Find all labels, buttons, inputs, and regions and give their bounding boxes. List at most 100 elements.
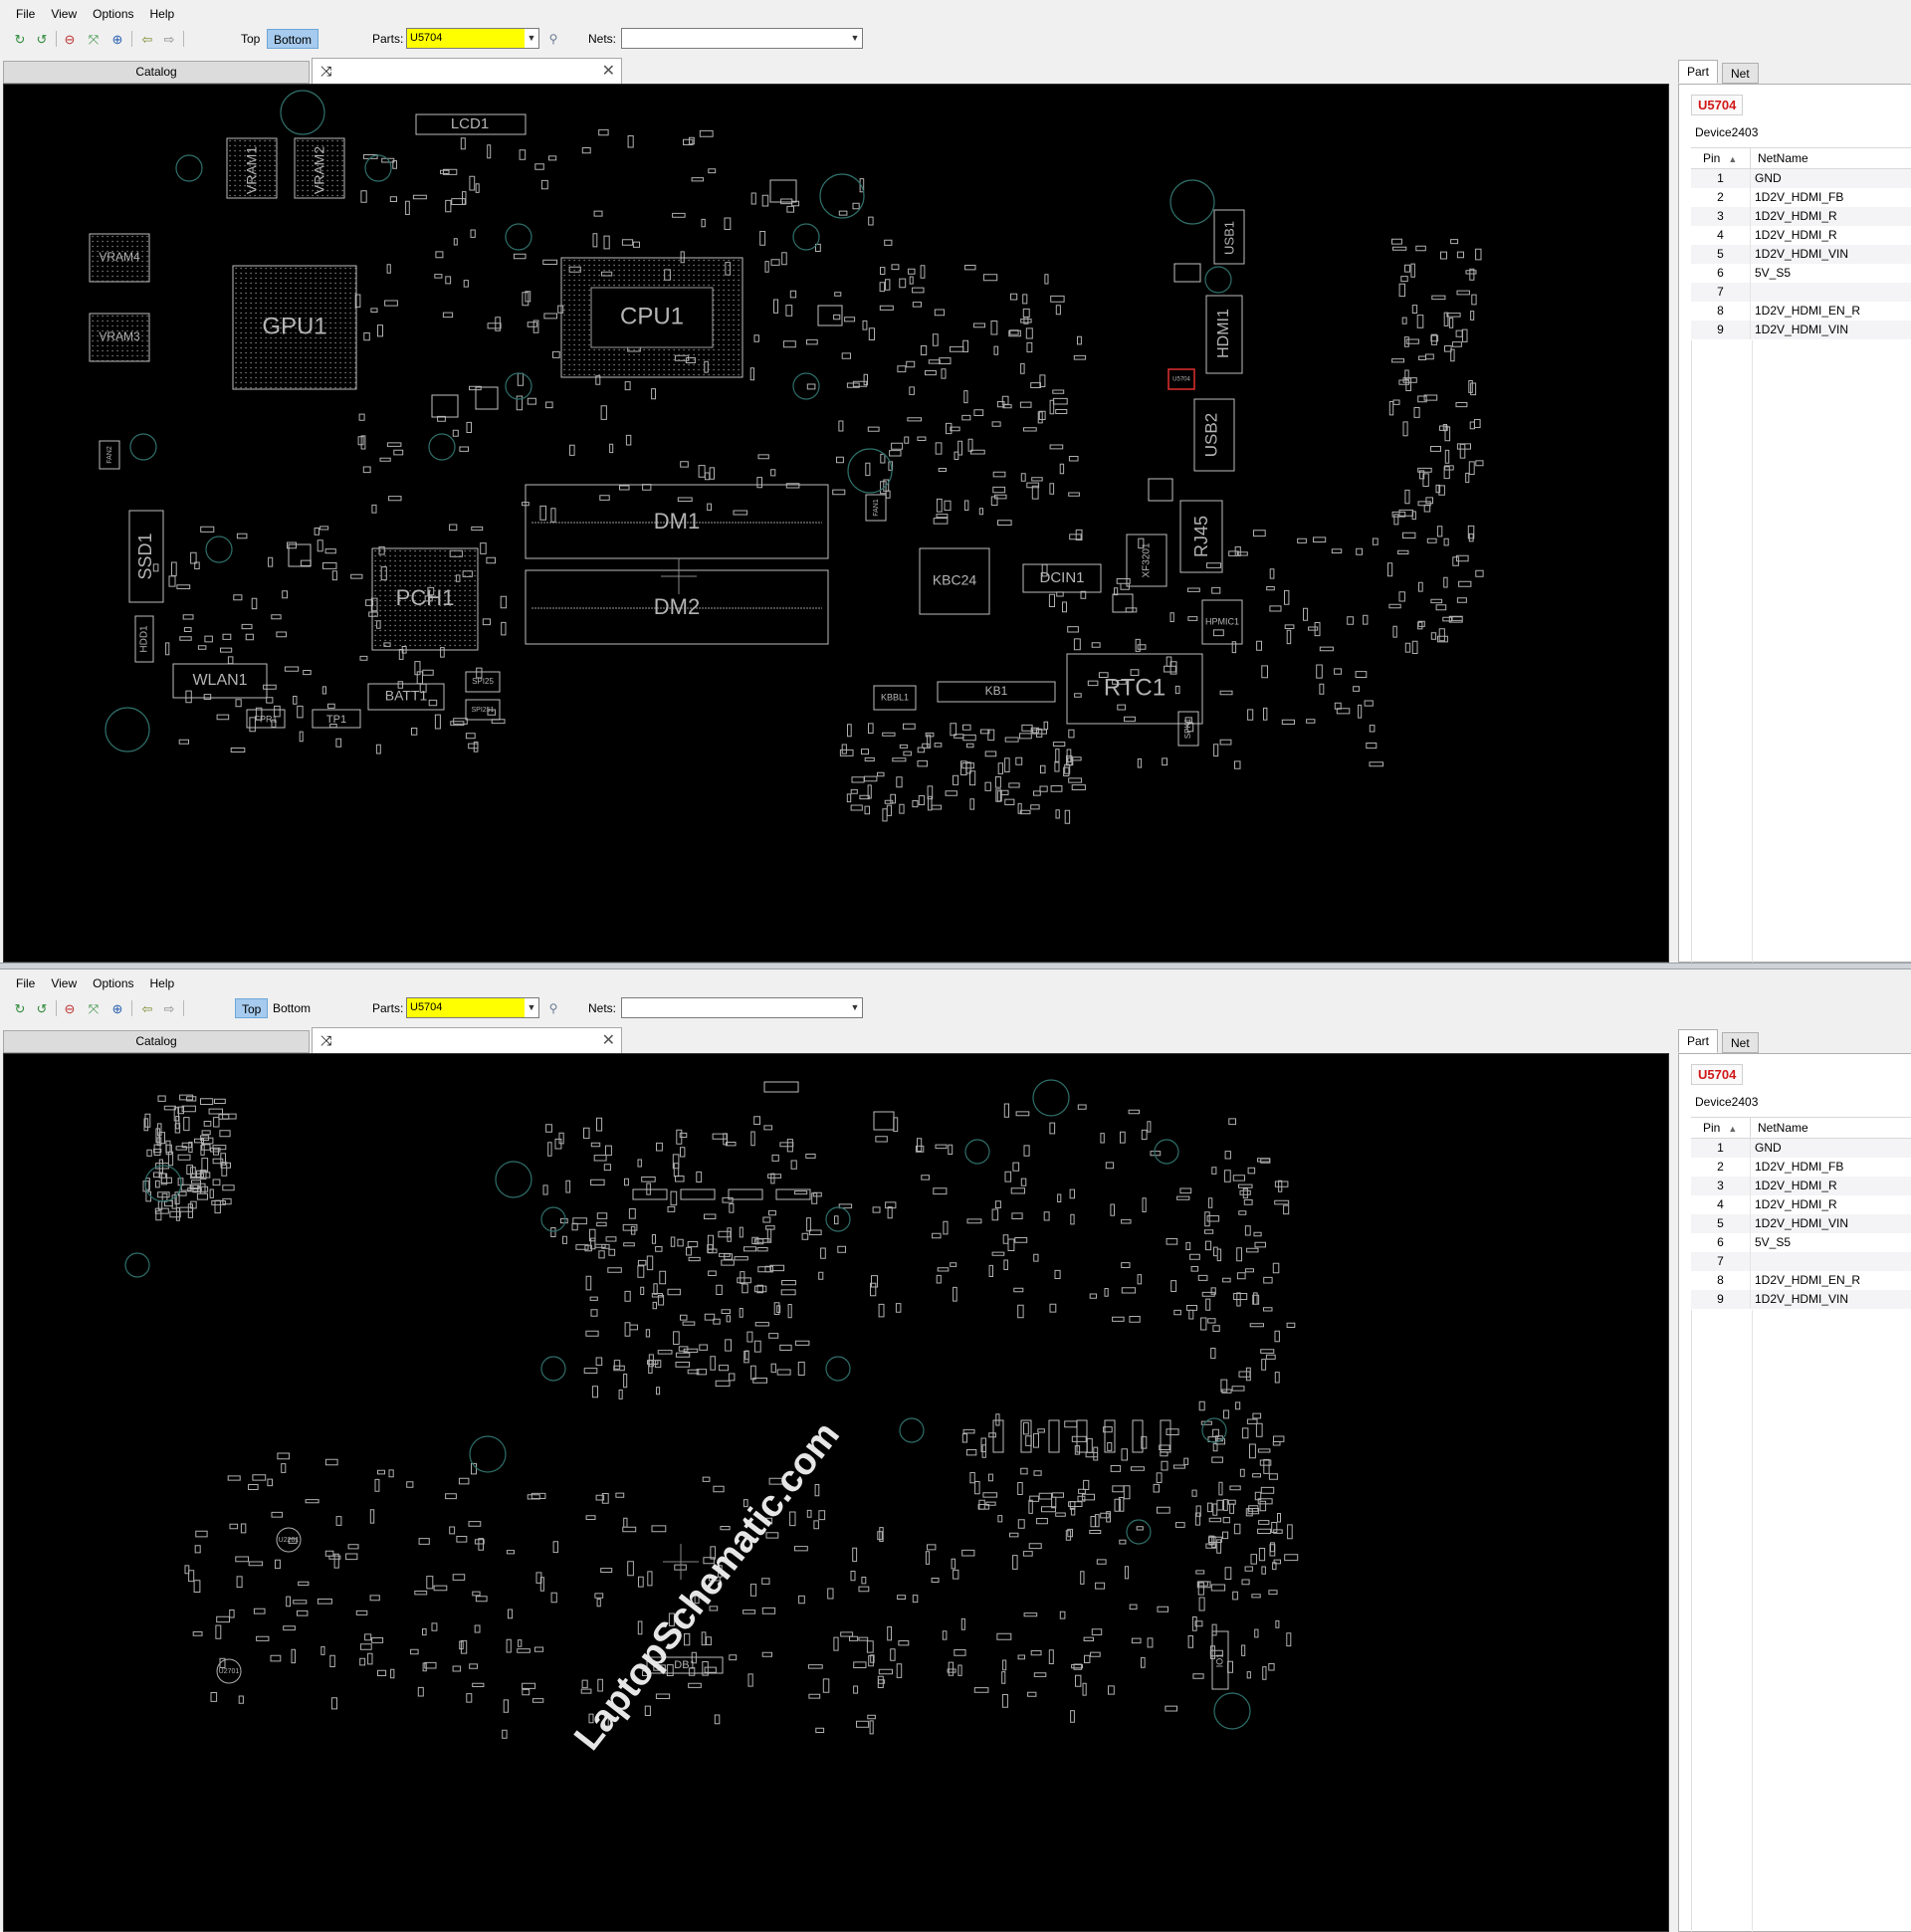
mounting-hole[interactable] bbox=[1126, 1519, 1152, 1545]
connector-part[interactable] bbox=[763, 1081, 799, 1093]
ic-package[interactable] bbox=[1148, 478, 1173, 502]
component-label[interactable]: USB2 bbox=[1201, 413, 1220, 457]
tab-catalog[interactable]: Catalog bbox=[3, 61, 310, 84]
fit-icon[interactable]: ⤧ bbox=[86, 1000, 102, 1016]
ic-package[interactable] bbox=[817, 305, 843, 326]
mounting-hole[interactable] bbox=[1213, 1692, 1251, 1730]
table-row[interactable]: 7 bbox=[1691, 283, 1911, 302]
component-label[interactable]: RTC1 bbox=[1104, 674, 1166, 701]
tab-part[interactable]: Part bbox=[1678, 1029, 1719, 1053]
ic-package[interactable] bbox=[1173, 263, 1201, 283]
mounting-hole[interactable] bbox=[105, 707, 150, 752]
zoom-out-icon[interactable]: ⊖ bbox=[62, 31, 78, 47]
ic-package[interactable] bbox=[1104, 1419, 1116, 1453]
component-label[interactable]: WLAN1 bbox=[192, 672, 247, 689]
component-label[interactable]: U2201 bbox=[279, 1537, 300, 1544]
table-row[interactable]: 1 GND bbox=[1691, 169, 1911, 188]
menu-help[interactable]: Help bbox=[142, 973, 183, 993]
zoom-in-icon[interactable]: ⊕ bbox=[109, 31, 125, 47]
table-row[interactable]: 4 1D2V_HDMI_R bbox=[1691, 1195, 1911, 1214]
component-label[interactable]: GPU1 bbox=[262, 313, 326, 339]
component-label[interactable]: U5704 bbox=[1172, 377, 1190, 383]
mounting-hole[interactable] bbox=[175, 154, 203, 182]
tab-net[interactable]: Net bbox=[1722, 1032, 1759, 1053]
mounting-hole[interactable] bbox=[505, 223, 532, 251]
mounting-hole[interactable] bbox=[364, 154, 392, 182]
top-side-button[interactable]: Top bbox=[235, 29, 266, 49]
tab-board[interactable]: ⤨ ✕ bbox=[312, 58, 622, 84]
table-row[interactable]: 2 1D2V_HDMI_FB bbox=[1691, 1158, 1911, 1177]
ic-package[interactable] bbox=[475, 386, 499, 410]
mounting-hole[interactable] bbox=[495, 1161, 532, 1198]
component-label[interactable]: HDMI1 bbox=[1215, 309, 1232, 358]
component-label[interactable]: USB1 bbox=[1221, 221, 1236, 255]
component-label[interactable]: PCH1 bbox=[396, 585, 455, 610]
menu-view[interactable]: View bbox=[43, 4, 85, 24]
forward-arrow-icon[interactable]: ⇨ bbox=[161, 1000, 177, 1016]
bottom-side-button[interactable]: Bottom bbox=[267, 29, 319, 49]
mounting-hole[interactable] bbox=[1032, 1079, 1070, 1117]
ic-package[interactable] bbox=[873, 1111, 895, 1131]
mounting-hole[interactable] bbox=[825, 1356, 851, 1382]
netname-column-header[interactable]: NetName bbox=[1751, 1118, 1911, 1138]
component-label[interactable]: DM1 bbox=[654, 509, 700, 534]
component-label[interactable]: VRAM4 bbox=[99, 250, 140, 264]
table-row[interactable]: 2 1D2V_HDMI_FB bbox=[1691, 188, 1911, 207]
search-icon[interactable]: ⚲ bbox=[545, 1000, 561, 1016]
back-arrow-icon[interactable]: ⇦ bbox=[139, 31, 155, 47]
small-components[interactable] bbox=[142, 1094, 1299, 1739]
table-row[interactable]: 8 1D2V_HDMI_EN_R bbox=[1691, 1271, 1911, 1290]
component-label[interactable]: SSD1 bbox=[135, 533, 155, 579]
tab-net[interactable]: Net bbox=[1722, 63, 1759, 84]
mounting-hole[interactable] bbox=[505, 372, 532, 400]
component-label[interactable]: SPI25 bbox=[472, 677, 494, 686]
component-label[interactable]: BATT1 bbox=[385, 688, 428, 704]
component-label[interactable]: SPK1 bbox=[1183, 718, 1192, 739]
component-label[interactable]: FAN1 bbox=[873, 499, 880, 517]
refresh-right-icon[interactable]: ↺ bbox=[34, 1000, 50, 1016]
component-label[interactable]: U2701 bbox=[219, 1668, 240, 1675]
mounting-hole[interactable] bbox=[1201, 1417, 1227, 1443]
component-label[interactable]: VRAM1 bbox=[244, 146, 260, 194]
component-label[interactable]: XF3201 bbox=[1142, 542, 1153, 577]
board-canvas[interactable]: DB1 IO1 U2701 U2201 LaptopSchematic.com bbox=[3, 1053, 1669, 1932]
refresh-left-icon[interactable]: ↻ bbox=[12, 1000, 28, 1016]
component-label[interactable]: DB1 bbox=[674, 1659, 695, 1671]
menu-file[interactable]: File bbox=[8, 973, 43, 993]
table-row[interactable]: 9 1D2V_HDMI_VIN bbox=[1691, 321, 1911, 339]
mounting-hole[interactable] bbox=[280, 90, 325, 135]
table-row[interactable]: 4 1D2V_HDMI_R bbox=[1691, 226, 1911, 245]
back-arrow-icon[interactable]: ⇦ bbox=[139, 1000, 155, 1016]
tab-part[interactable]: Part bbox=[1678, 60, 1719, 84]
zoom-in-icon[interactable]: ⊕ bbox=[109, 1000, 125, 1016]
mounting-hole[interactable] bbox=[899, 1417, 925, 1443]
component-label[interactable]: DM2 bbox=[654, 594, 700, 619]
forward-arrow-icon[interactable]: ⇨ bbox=[161, 31, 177, 47]
nets-select[interactable]: ▼ bbox=[621, 28, 863, 49]
ic-package[interactable] bbox=[431, 394, 459, 418]
board-canvas[interactable]: LCD1 VRAM1 VRAM2 VRAM4 VRAM3 GPU1 CPU1 USB1 HDMI… bbox=[3, 84, 1669, 963]
table-row[interactable]: 5 1D2V_HDMI_VIN bbox=[1691, 245, 1911, 264]
table-row[interactable]: 3 1D2V_HDMI_R bbox=[1691, 1177, 1911, 1195]
nets-select[interactable]: ▼ bbox=[621, 997, 863, 1018]
pin-column-header[interactable]: Pin ▲ bbox=[1691, 148, 1751, 168]
refresh-left-icon[interactable]: ↻ bbox=[12, 31, 28, 47]
table-row[interactable]: 8 1D2V_HDMI_EN_R bbox=[1691, 302, 1911, 321]
mounting-hole[interactable] bbox=[540, 1356, 566, 1382]
mounting-hole[interactable] bbox=[428, 433, 456, 461]
fit-icon[interactable]: ⤧ bbox=[86, 31, 102, 47]
parts-select[interactable]: U5704 ▼ bbox=[406, 997, 539, 1018]
component-label[interactable]: FPR1 bbox=[254, 714, 277, 724]
ic-package[interactable] bbox=[1112, 593, 1134, 613]
zoom-out-icon[interactable]: ⊖ bbox=[62, 1000, 78, 1016]
netname-column-header[interactable]: NetName bbox=[1751, 148, 1911, 168]
search-icon[interactable]: ⚲ bbox=[545, 31, 561, 47]
pin-column-header[interactable]: Pin ▲ bbox=[1691, 1118, 1751, 1138]
menu-help[interactable]: Help bbox=[142, 4, 183, 24]
component-label[interactable]: LCD1 bbox=[451, 115, 489, 132]
menu-options[interactable]: Options bbox=[85, 4, 141, 24]
ic-package[interactable] bbox=[728, 1188, 763, 1200]
component-label[interactable]: KBC24 bbox=[933, 572, 977, 588]
component-label[interactable]: SPI251 bbox=[472, 707, 495, 714]
table-row[interactable]: 6 5V_S5 bbox=[1691, 264, 1911, 283]
